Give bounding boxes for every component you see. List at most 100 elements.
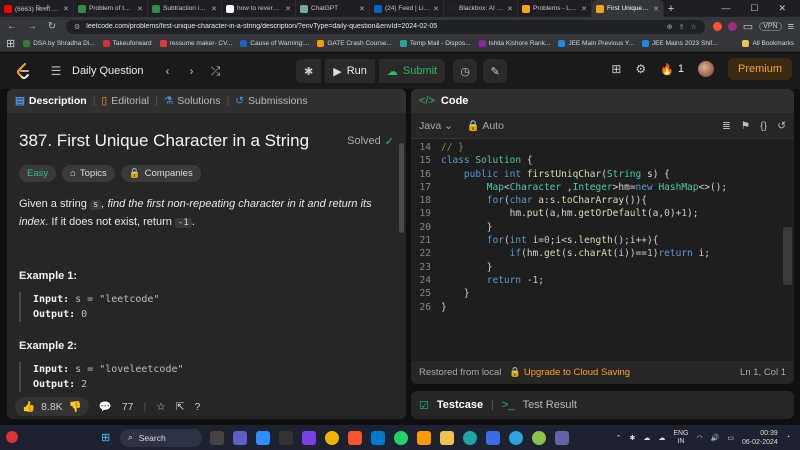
prev-problem-icon[interactable]: ‹ <box>160 64 176 78</box>
tab-close-icon[interactable]: ✕ <box>211 5 217 13</box>
tab-close-icon[interactable]: ✕ <box>359 5 365 13</box>
tab-close-icon[interactable]: ✕ <box>63 5 69 13</box>
notes-button[interactable]: ✎ <box>483 59 508 83</box>
format-icon[interactable]: ≣ <box>722 120 731 132</box>
bookmark-item[interactable]: JEE Main Previous Y... <box>558 40 634 47</box>
layout-grid-icon[interactable]: ⊞ <box>611 62 621 76</box>
notification-icon[interactable]: ◔ <box>786 434 790 441</box>
companies-chip[interactable]: 🔒 Companies <box>120 165 201 182</box>
all-bookmarks[interactable]: All Bookmarks <box>742 40 794 47</box>
vpn-badge[interactable]: VPN <box>759 22 782 31</box>
share-external-icon[interactable]: ⇱ <box>176 401 185 413</box>
tab-solutions[interactable]: ⚗ Solutions <box>164 95 221 107</box>
brave-shield-icon[interactable] <box>712 22 722 31</box>
topics-chip[interactable]: ⌂ Topics <box>62 165 115 182</box>
minimize-icon[interactable]: — <box>721 3 730 14</box>
run-button[interactable]: ▶ Run <box>325 59 375 83</box>
url-field[interactable]: ⚙ leetcode.com/problems/first-unique-cha… <box>66 19 705 34</box>
browser-tab[interactable]: Subtraction in Linke✕ <box>148 0 222 17</box>
apps-grid-icon[interactable]: ⊞ <box>6 37 15 50</box>
tab-description[interactable]: ▤ Description <box>15 95 87 107</box>
reset-icon[interactable]: ↺ <box>777 120 786 132</box>
cloud-icon[interactable]: ☁ <box>643 434 650 442</box>
forward-icon[interactable]: → <box>26 21 38 32</box>
teams-icon[interactable] <box>555 430 569 445</box>
help-icon[interactable]: ? <box>195 401 201 413</box>
bookmark-item[interactable]: Temp Mail - Dispos... <box>399 40 471 47</box>
thumbs-up-icon[interactable]: 👍 <box>22 400 35 413</box>
browser-tab[interactable]: First Unique Charac✕ <box>592 0 664 17</box>
tab-editorial[interactable]: ▯ Editorial <box>101 95 149 107</box>
star-icon[interactable]: ☆ <box>156 401 165 413</box>
tab-close-icon[interactable]: ✕ <box>581 5 587 13</box>
bookmark-star-icon[interactable]: ☆ <box>690 23 696 31</box>
android-icon[interactable] <box>532 430 546 445</box>
timer-button[interactable]: ◷ <box>453 59 478 83</box>
browser-tab[interactable]: how to reverse a nu✕ <box>222 0 296 17</box>
streak-counter[interactable]: 🔥 1 <box>660 63 684 76</box>
bookmark-item[interactable]: Ishita Kishore Rank... <box>478 40 550 47</box>
edge-icon[interactable] <box>463 430 477 445</box>
whatsapp-icon[interactable] <box>394 430 408 445</box>
bookmark-icon[interactable]: ⚑ <box>741 120 750 132</box>
tab-test-result[interactable]: Test Result <box>523 399 577 411</box>
browser-tab[interactable]: (24) Feed | LinkedIn✕ <box>370 0 444 17</box>
browser-tab[interactable]: ChatGPT ✕ <box>296 0 370 17</box>
tab-close-icon[interactable]: ✕ <box>507 5 513 13</box>
bookmark-item[interactable]: DSA by Shradha Di... <box>23 40 95 47</box>
tab-testcase[interactable]: Testcase <box>437 399 483 411</box>
rewards-icon[interactable] <box>727 22 737 31</box>
share-icon[interactable]: ⇪ <box>679 23 685 31</box>
bookmark-item[interactable]: JEE Mains 2023 Shif... <box>641 40 718 47</box>
volume-icon[interactable]: 🔊 <box>711 434 720 442</box>
language-indicator[interactable]: ENG IN <box>673 430 688 446</box>
avatar[interactable] <box>697 61 714 77</box>
bookmark-item[interactable]: ressume maker- CV... <box>159 40 232 47</box>
thumbs-down-icon[interactable]: 👎 <box>69 400 82 413</box>
bookmark-item[interactable]: Cause of Warning:... <box>240 40 309 47</box>
bookmark-item[interactable]: Takeuforward <box>102 40 152 47</box>
bookmark-item[interactable]: GATE Crash Course... <box>317 40 392 47</box>
submit-button[interactable]: ☁ Submit <box>378 59 446 83</box>
meet-icon[interactable] <box>233 430 247 445</box>
leetcode-logo-icon[interactable] <box>16 63 30 79</box>
tab-close-icon[interactable]: ✕ <box>137 5 143 13</box>
wifi-icon[interactable]: ◠ <box>697 434 703 442</box>
auto-toggle[interactable]: 🔒 Auto <box>467 119 504 132</box>
debug-button[interactable]: ✱ <box>296 59 322 83</box>
jetbrains-icon[interactable] <box>302 430 316 445</box>
store-icon[interactable] <box>486 430 500 445</box>
close-window-icon[interactable]: ✕ <box>778 3 786 14</box>
site-info-icon[interactable]: ⚙ <box>74 23 80 31</box>
tab-submissions[interactable]: ↺ Submissions <box>235 95 307 107</box>
windows-start-icon[interactable]: ⊞ <box>101 431 110 444</box>
settings-gear-icon[interactable]: ⚙ <box>635 62 646 76</box>
sidebar-icon[interactable]: ▭ <box>743 20 753 33</box>
browser-tab[interactable]: Problem of the Day✕ <box>74 0 148 17</box>
tab-close-icon[interactable]: ✕ <box>285 5 291 13</box>
folder-app-icon[interactable] <box>440 430 454 445</box>
tray-chevron-icon[interactable]: ⌃ <box>616 434 622 442</box>
new-tab-button[interactable]: + <box>664 3 678 15</box>
daily-question-label[interactable]: Daily Question <box>72 65 144 77</box>
explorer-icon[interactable] <box>279 430 293 445</box>
tab-code[interactable]: Code <box>441 95 469 107</box>
braces-icon[interactable]: {} <box>760 120 767 132</box>
language-select[interactable]: Java ⌄ <box>419 120 453 132</box>
next-problem-icon[interactable]: › <box>184 64 200 78</box>
reload-icon[interactable]: ↻ <box>46 21 58 32</box>
maximize-icon[interactable]: ☐ <box>750 3 758 14</box>
shuffle-icon[interactable]: ⤮ <box>208 64 224 79</box>
zoom-app-icon[interactable] <box>256 430 270 445</box>
list-icon[interactable]: ☰ <box>48 64 64 78</box>
editor-scrollbar[interactable] <box>783 227 792 285</box>
chrome-icon[interactable] <box>325 430 339 445</box>
onedrive-icon[interactable]: ☁ <box>658 434 665 442</box>
browser-tab[interactable]: (6663) बिल्ली मेरी चंदा✕ <box>0 0 74 17</box>
zoom-icon[interactable]: ⊕ <box>667 23 673 31</box>
menu-icon[interactable]: ≡ <box>788 21 794 33</box>
sublime-icon[interactable] <box>417 430 431 445</box>
vscode-icon[interactable] <box>371 430 385 445</box>
bluetooth-icon[interactable]: ✱ <box>629 434 635 442</box>
premium-button[interactable]: Premium <box>727 58 792 80</box>
